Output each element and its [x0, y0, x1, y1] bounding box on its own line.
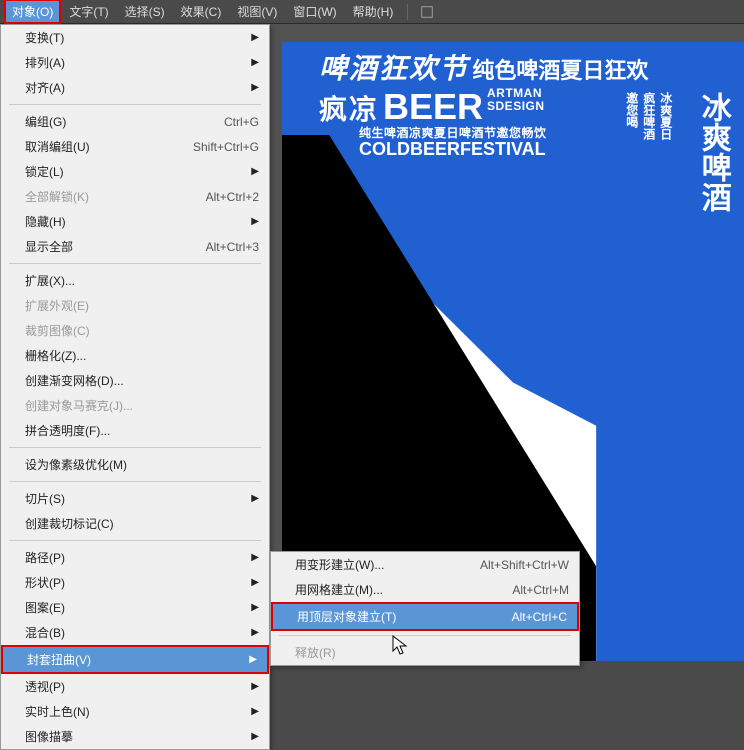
menu-ungroup[interactable]: 取消编组(U)Shift+Ctrl+G	[1, 134, 269, 159]
object-menu-dropdown: 变换(T)▶ 排列(A)▶ 对齐(A)▶ 编组(G)Ctrl+G 取消编组(U)…	[0, 24, 270, 750]
submenu-arrow-icon: ▶	[251, 552, 259, 563]
menu-effect[interactable]: 效果(C)	[173, 0, 230, 24]
submenu-arrow-icon: ▶	[251, 627, 259, 638]
submenu-arrow-icon: ▶	[251, 731, 259, 742]
vertical-text-small: 冰爽夏日疯狂啤酒邀您喝	[624, 92, 675, 140]
menu-group[interactable]: 编组(G)Ctrl+G	[1, 109, 269, 134]
menu-live-paint[interactable]: 实时上色(N)▶	[1, 699, 269, 724]
submenu-arrow-icon: ▶	[251, 493, 259, 504]
app-icon	[420, 5, 434, 19]
envelope-submenu: 用变形建立(W)...Alt+Shift+Ctrl+W 用网格建立(M)...A…	[270, 551, 580, 666]
submenu-arrow-icon: ▶	[251, 602, 259, 613]
menu-help[interactable]: 帮助(H)	[345, 0, 402, 24]
submenu-release: 释放(R)	[271, 640, 579, 665]
menu-image-trace[interactable]: 图像描摹▶	[1, 724, 269, 749]
menu-flatten[interactable]: 拼合透明度(F)...	[1, 418, 269, 443]
menu-envelope-distort[interactable]: 封套扭曲(V)▶	[1, 645, 269, 674]
menu-expand-appearance: 扩展外观(E)	[1, 293, 269, 318]
menu-align[interactable]: 对齐(A)▶	[1, 75, 269, 100]
submenu-arrow-icon: ▶	[251, 706, 259, 717]
menu-perspective[interactable]: 透视(P)▶	[1, 674, 269, 699]
menu-transform[interactable]: 变换(T)▶	[1, 25, 269, 50]
menubar: 对象(O) 文字(T) 选择(S) 效果(C) 视图(V) 窗口(W) 帮助(H…	[0, 0, 744, 24]
submenu-arrow-icon: ▶	[251, 82, 259, 93]
menu-unlock-all: 全部解锁(K)Alt+Ctrl+2	[1, 184, 269, 209]
menu-separator	[9, 447, 261, 448]
menu-path[interactable]: 路径(P)▶	[1, 545, 269, 570]
menu-hide[interactable]: 隐藏(H)▶	[1, 209, 269, 234]
menubar-separator	[407, 4, 408, 20]
submenu-arrow-icon: ▶	[251, 577, 259, 588]
submenu-make-warp[interactable]: 用变形建立(W)...Alt+Shift+Ctrl+W	[271, 552, 579, 577]
menu-mosaic: 创建对象马赛克(J)...	[1, 393, 269, 418]
menu-trim-marks[interactable]: 创建裁切标记(C)	[1, 511, 269, 536]
menu-gradient-mesh[interactable]: 创建渐变网格(D)...	[1, 368, 269, 393]
menu-object[interactable]: 对象(O)	[4, 0, 61, 24]
submenu-make-mesh[interactable]: 用网格建立(M)...Alt+Ctrl+M	[271, 577, 579, 602]
menu-shape[interactable]: 形状(P)▶	[1, 570, 269, 595]
menu-arrange[interactable]: 排列(A)▶	[1, 50, 269, 75]
menu-separator	[9, 481, 261, 482]
menu-type[interactable]: 文字(T)	[61, 0, 116, 24]
menu-view[interactable]: 视图(V)	[229, 0, 285, 24]
menu-separator	[9, 104, 261, 105]
menu-slice[interactable]: 切片(S)▶	[1, 486, 269, 511]
submenu-arrow-icon: ▶	[251, 57, 259, 68]
submenu-arrow-icon: ▶	[251, 166, 259, 177]
menu-separator	[279, 635, 571, 636]
secondary-artwork: 啤酒夏日狂欢 冰爽啤酒节 BEER CRAZYBEER 冰爽夏日 疯狂啤酒 邀您…	[586, 326, 734, 626]
menu-separator	[9, 263, 261, 264]
menu-select[interactable]: 选择(S)	[117, 0, 173, 24]
menu-pattern[interactable]: 图案(E)▶	[1, 595, 269, 620]
submenu-arrow-icon: ▶	[251, 216, 259, 227]
menu-pixel-perfect[interactable]: 设为像素级优化(M)	[1, 452, 269, 477]
submenu-arrow-icon: ▶	[251, 32, 259, 43]
menu-blend[interactable]: 混合(B)▶	[1, 620, 269, 645]
menu-crop-image: 裁剪图像(C)	[1, 318, 269, 343]
submenu-arrow-icon: ▶	[249, 654, 257, 665]
menu-separator	[9, 540, 261, 541]
menu-show-all[interactable]: 显示全部Alt+Ctrl+3	[1, 234, 269, 259]
menu-rasterize[interactable]: 栅格化(Z)...	[1, 343, 269, 368]
submenu-arrow-icon: ▶	[251, 681, 259, 692]
menu-lock[interactable]: 锁定(L)▶	[1, 159, 269, 184]
menu-window[interactable]: 窗口(W)	[285, 0, 344, 24]
menu-expand[interactable]: 扩展(X)...	[1, 268, 269, 293]
submenu-make-top-object[interactable]: 用顶层对象建立(T)Alt+Ctrl+C	[271, 602, 579, 631]
vertical-text-right: 冰爽啤酒	[691, 92, 735, 212]
